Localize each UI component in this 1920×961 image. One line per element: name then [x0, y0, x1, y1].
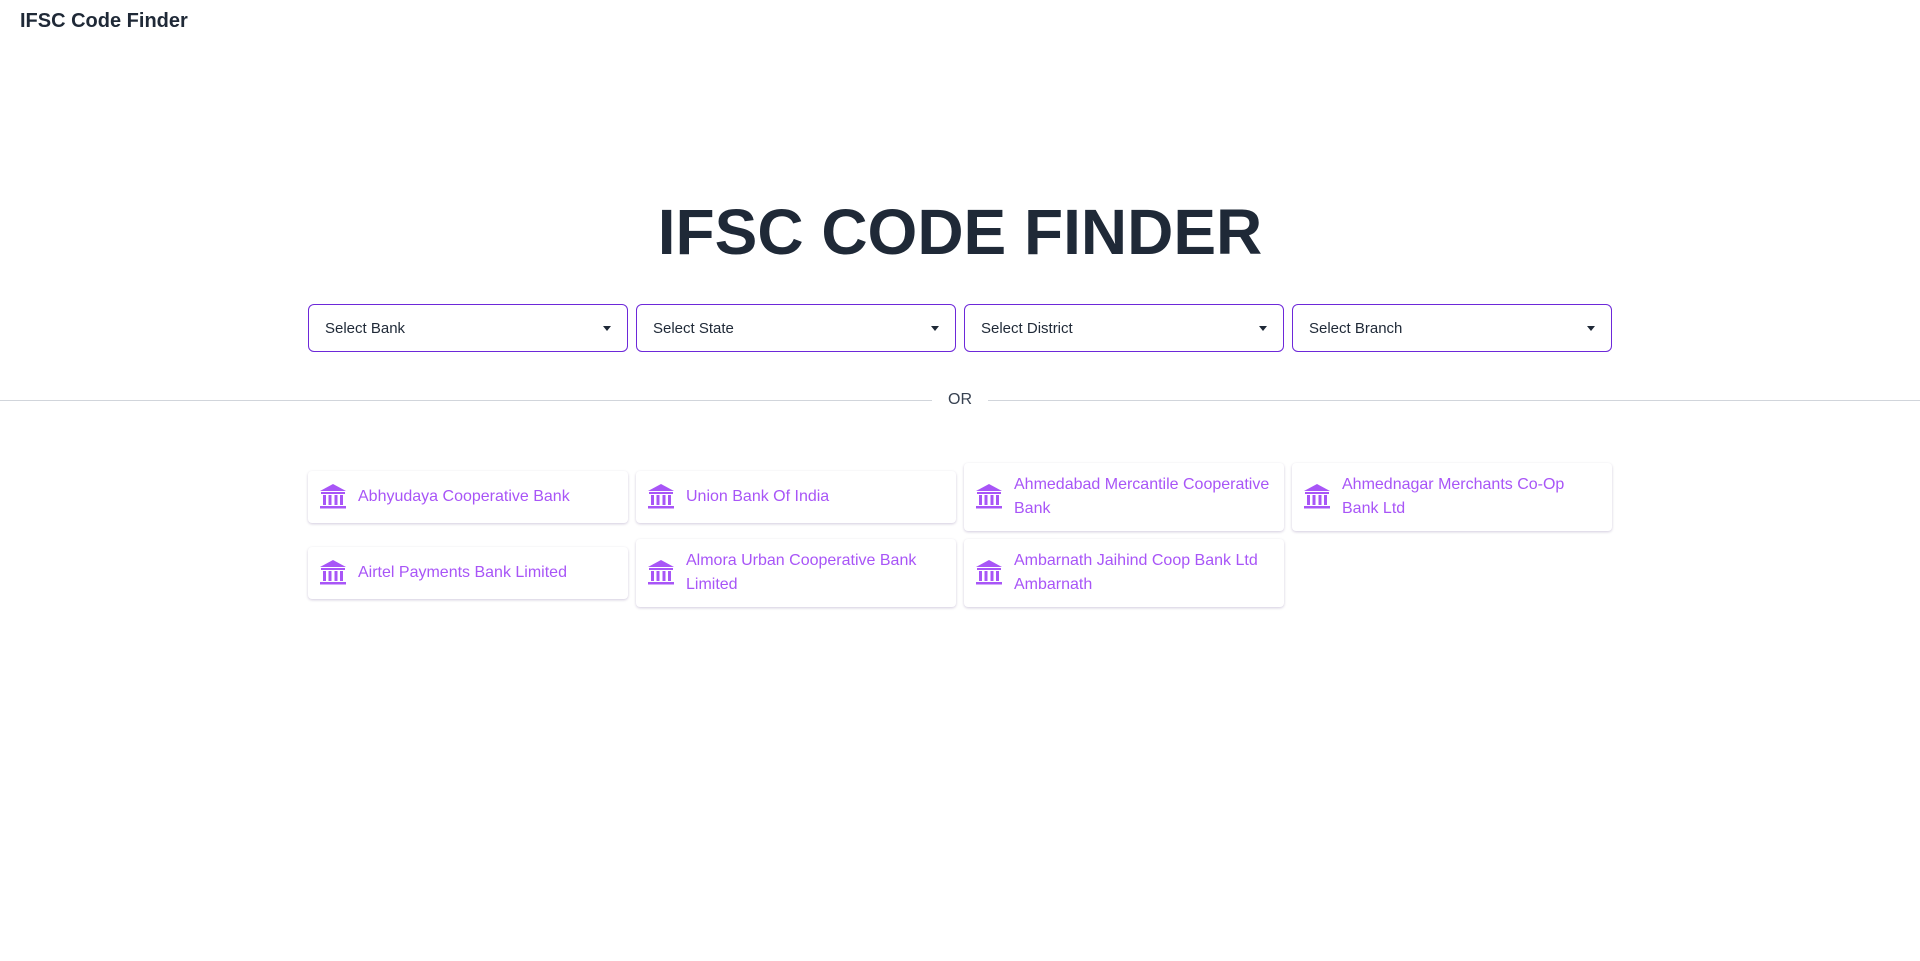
bank-icon — [648, 484, 674, 509]
bank-card[interactable]: Abhyudaya Cooperative Bank — [308, 471, 628, 523]
district-select-label: Select District — [981, 319, 1073, 337]
state-select-label: Select State — [653, 319, 734, 337]
branch-select[interactable]: Select Branch — [1292, 304, 1612, 352]
bank-name: Abhyudaya Cooperative Bank — [358, 488, 570, 505]
chevron-down-icon — [603, 325, 611, 331]
bank-name: Ambarnath Jaihind Coop Bank Ltd Ambarnat… — [1014, 552, 1258, 593]
district-select[interactable]: Select District — [964, 304, 1284, 352]
filter-bar: Select Bank Select State Select District… — [308, 304, 1612, 352]
bank-card[interactable]: Airtel Payments Bank Limited — [308, 547, 628, 599]
bank-icon — [976, 484, 1002, 509]
page-title: IFSC CODE FINDER — [657, 196, 1263, 268]
bank-icon — [1304, 484, 1330, 509]
bank-icon — [976, 560, 1002, 585]
bank-icon — [648, 560, 674, 585]
bank-card[interactable]: Ahmedabad Mercantile Cooperative Bank — [964, 463, 1284, 531]
bank-select[interactable]: Select Bank — [308, 304, 628, 352]
bank-icon — [320, 560, 346, 585]
or-divider: OR — [0, 390, 1920, 410]
bank-card[interactable]: Ambarnath Jaihind Coop Bank Ltd Ambarnat… — [964, 539, 1284, 607]
state-select[interactable]: Select State — [636, 304, 956, 352]
bank-select-label: Select Bank — [325, 319, 406, 337]
bank-list: Abhyudaya Cooperative Bank Union Bank Of… — [308, 463, 1612, 607]
chevron-down-icon — [1587, 325, 1595, 331]
bank-name: Airtel Payments Bank Limited — [358, 564, 567, 581]
divider-line-right — [988, 399, 1920, 401]
bank-name: Union Bank Of India — [686, 488, 830, 505]
bank-card[interactable]: Almora Urban Cooperative Bank Limited — [636, 539, 956, 607]
bank-name: Ahmedabad Mercantile Cooperative Bank — [1014, 476, 1270, 517]
bank-card[interactable]: Union Bank Of India — [636, 471, 956, 523]
chevron-down-icon — [1259, 325, 1267, 331]
app-title: IFSC Code Finder — [20, 10, 188, 32]
chevron-down-icon — [931, 325, 939, 331]
bank-name: Ahmednagar Merchants Co-Op Bank Ltd — [1342, 476, 1565, 517]
divider-line-left — [0, 399, 932, 401]
bank-name: Almora Urban Cooperative Bank Limited — [686, 552, 917, 593]
bank-icon — [320, 484, 346, 509]
bank-card[interactable]: Ahmednagar Merchants Co-Op Bank Ltd — [1292, 463, 1612, 531]
branch-select-label: Select Branch — [1309, 319, 1403, 337]
or-label: OR — [948, 391, 972, 408]
